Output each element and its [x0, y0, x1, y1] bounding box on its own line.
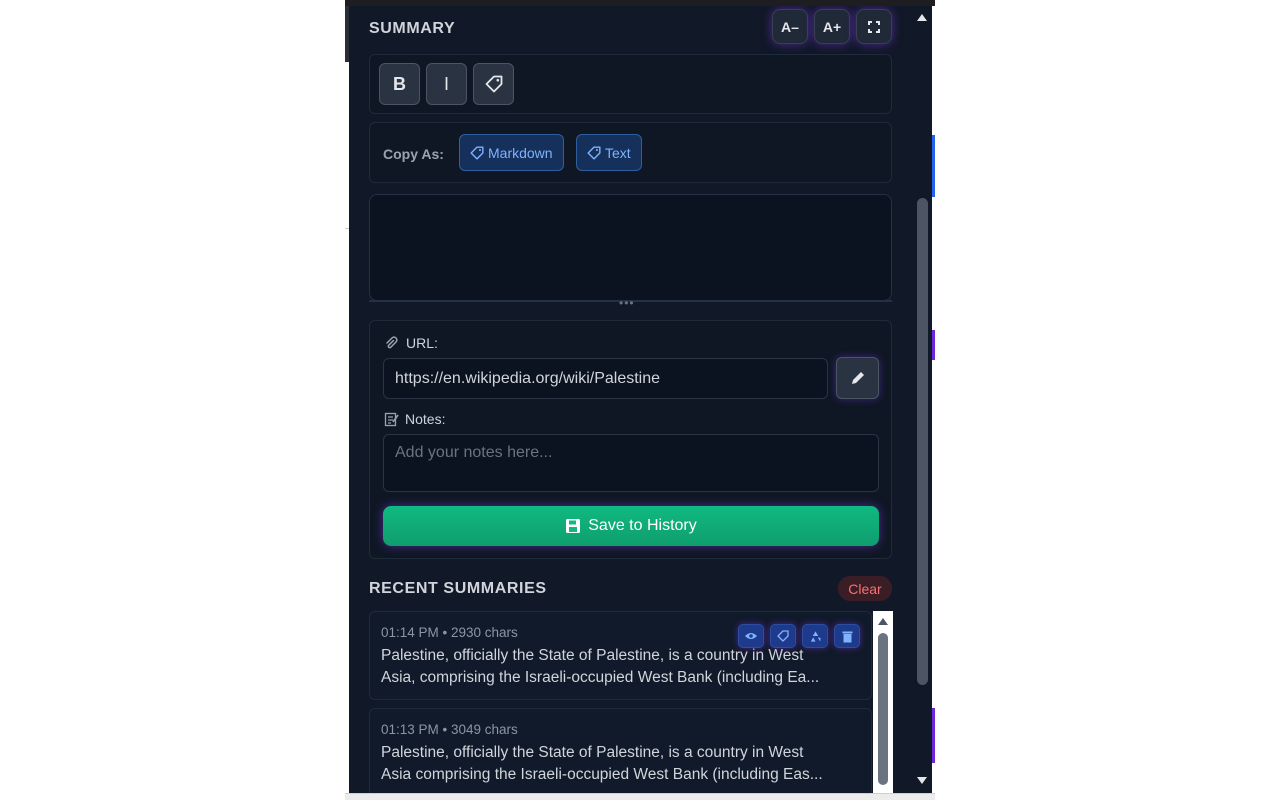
view-button[interactable]: [738, 624, 764, 648]
copy-text-label: Text: [605, 144, 631, 161]
save-form: URL: https://en.wikipedia.org/wiki/Pales…: [369, 320, 892, 559]
background-bottom-bar: [345, 793, 935, 800]
restore-button[interactable]: [802, 624, 828, 648]
copy-markdown-label: Markdown: [488, 144, 553, 161]
background-blue-strip: [932, 135, 935, 197]
font-decrease-button[interactable]: A–: [772, 9, 808, 44]
resize-handle-dots[interactable]: •••: [619, 296, 635, 310]
recent-item-text: Palestine, officially the State of Pales…: [381, 645, 867, 689]
notes-textarea[interactable]: Add your notes here...: [383, 434, 879, 492]
expand-icon: [868, 20, 880, 33]
clear-history-button[interactable]: Clear: [838, 576, 892, 601]
url-label: URL:: [384, 335, 438, 351]
recent-item-line: Asia, comprising the Israeli-occupied We…: [381, 669, 820, 686]
background-purple-strip-2: [932, 708, 935, 763]
copy-as-bar: Copy As: Markdown Text: [369, 122, 892, 183]
bold-button[interactable]: B: [379, 63, 420, 105]
panel-scroll-thumb[interactable]: [917, 198, 928, 685]
recent-item-line: Palestine, officially the State of Pales…: [381, 744, 804, 761]
copy-text-button[interactable]: Text: [576, 134, 642, 171]
notes-label: Notes:: [384, 411, 445, 427]
summary-panel: SUMMARY A– A+ B I Copy As: Markdown Text…: [349, 6, 913, 793]
background-purple-strip: [932, 330, 935, 360]
recycle-icon: [810, 630, 821, 642]
tag-button[interactable]: [473, 63, 514, 105]
floppy-icon: [566, 519, 581, 533]
pencil-icon: [851, 372, 864, 384]
url-label-text: URL:: [406, 335, 438, 351]
panel-scrollbar[interactable]: [913, 6, 932, 793]
italic-button[interactable]: I: [426, 63, 467, 105]
save-label: Save to History: [588, 517, 697, 534]
copy-button[interactable]: [770, 624, 796, 648]
recent-item-line: Palestine, officially the State of Pales…: [381, 647, 804, 664]
list-item[interactable]: 01:14 PM • 2930 chars Palestine, officia…: [369, 611, 872, 700]
recent-item-text: Palestine, officially the State of Pales…: [381, 742, 867, 786]
url-input[interactable]: https://en.wikipedia.org/wiki/Palestine: [383, 358, 828, 399]
scroll-down-arrow-icon[interactable]: [917, 777, 927, 784]
trash-icon: [842, 631, 852, 642]
recent-list-scrollbar[interactable]: [873, 611, 893, 793]
delete-button[interactable]: [834, 624, 860, 648]
tag-icon: [587, 145, 601, 160]
recent-item-line: Asia comprising the Israeli-occupied Wes…: [381, 766, 823, 783]
scroll-up-arrow-icon[interactable]: [878, 618, 888, 625]
tag-icon: [777, 630, 789, 642]
notes-label-text: Notes:: [405, 411, 446, 427]
edit-url-button[interactable]: [836, 357, 879, 399]
eye-icon: [745, 633, 757, 639]
recent-summaries-title: RECENT SUMMARIES: [369, 580, 547, 597]
summary-title: SUMMARY: [369, 20, 456, 37]
recent-summaries-list: 01:14 PM • 2930 chars Palestine, officia…: [369, 611, 874, 793]
memo-icon: [384, 412, 399, 426]
tag-icon: [485, 75, 502, 93]
scroll-up-arrow-icon[interactable]: [917, 14, 927, 21]
expand-button[interactable]: [856, 9, 892, 44]
recent-item-meta: 01:14 PM • 2930 chars: [381, 625, 518, 640]
recent-item-actions: [738, 624, 860, 648]
list-item[interactable]: 01:13 PM • 3049 chars Palestine, officia…: [369, 708, 872, 793]
save-to-history-button[interactable]: Save to History: [383, 506, 879, 546]
font-increase-button[interactable]: A+: [814, 9, 850, 44]
summary-textarea[interactable]: [369, 194, 892, 301]
format-toolbar: B I: [369, 54, 892, 114]
paperclip-icon: [386, 336, 398, 349]
recent-item-meta: 01:13 PM • 3049 chars: [381, 722, 518, 737]
recent-list-scroll-thumb[interactable]: [878, 633, 888, 785]
tag-icon: [470, 145, 484, 160]
copy-as-label: Copy As:: [383, 146, 444, 162]
copy-markdown-button[interactable]: Markdown: [459, 134, 564, 171]
